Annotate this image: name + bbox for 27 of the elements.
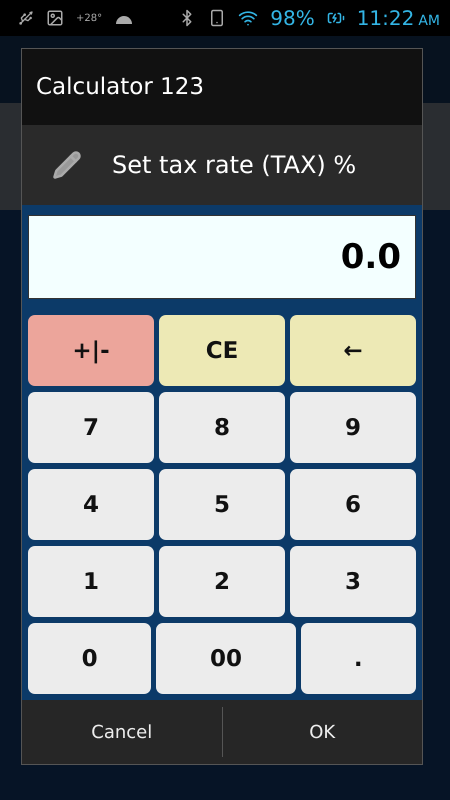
dialog-title: Calculator 123 xyxy=(22,49,422,125)
temperature-text: +28° xyxy=(76,12,102,24)
keypad-key[interactable]: . xyxy=(300,623,416,694)
image-icon xyxy=(46,9,64,27)
keypad-key[interactable]: 3 xyxy=(290,546,416,617)
keypad-key[interactable]: 7 xyxy=(28,392,154,463)
keypad-key[interactable]: 1 xyxy=(28,546,154,617)
keypad-key[interactable]: ← xyxy=(290,315,416,386)
dialog-button[interactable]: Cancel xyxy=(22,700,222,764)
pencil-icon xyxy=(52,150,82,180)
battery-percent: 98% xyxy=(270,6,315,30)
keypad-key[interactable]: 2 xyxy=(159,546,285,617)
keypad-key[interactable]: 5 xyxy=(159,469,285,540)
keypad-key[interactable]: 9 xyxy=(290,392,416,463)
clock-time: 11:22 xyxy=(356,6,414,30)
keypad-key[interactable]: 8 xyxy=(159,392,285,463)
clock-meridiem: AM xyxy=(418,13,440,29)
dialog-button[interactable]: OK xyxy=(222,700,422,764)
value-display: 0.0 xyxy=(28,215,416,299)
keypad-key[interactable]: 4 xyxy=(28,469,154,540)
keypad-key[interactable]: 0 xyxy=(28,623,152,694)
keypad-key[interactable]: +|- xyxy=(28,315,154,386)
keypad-key[interactable]: CE xyxy=(159,315,285,386)
usb-icon xyxy=(18,10,34,26)
prompt-text: Set tax rate (TAX) % xyxy=(112,151,356,179)
keypad-key[interactable]: 6 xyxy=(290,469,416,540)
keypad-key[interactable]: 00 xyxy=(156,623,296,694)
